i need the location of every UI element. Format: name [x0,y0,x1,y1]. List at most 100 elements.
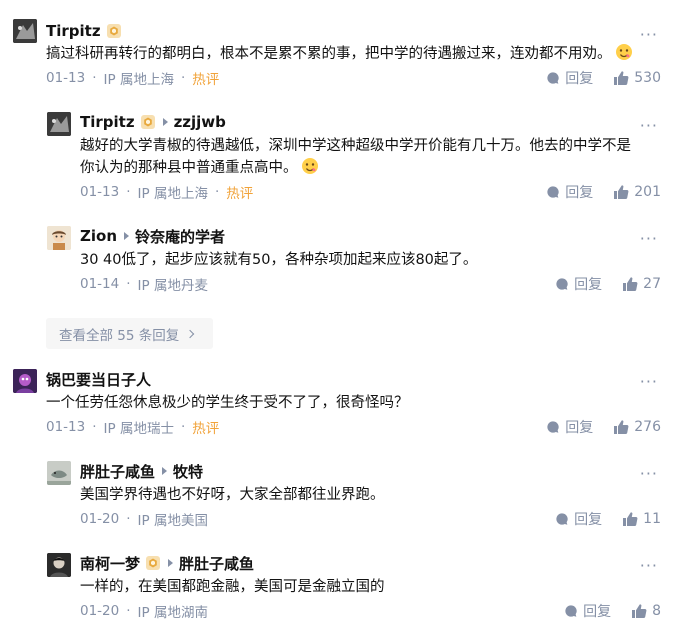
avatar[interactable] [47,112,71,136]
avatar[interactable] [47,226,71,250]
emoji-icon [615,43,633,61]
like-button[interactable]: 27 [622,276,661,292]
ip-location: IP 属地湖南 [137,605,208,621]
author-name[interactable]: 锅巴要当日子人 [46,369,151,390]
thumbs-up-icon [622,511,638,527]
comment-text: 一个任劳任怨休息极少的学生终于受不了了，很奇怪吗？ [46,395,409,411]
like-button[interactable]: 201 [613,184,661,200]
comment-actions: 回复 27 [555,274,661,294]
like-button[interactable]: 11 [622,511,661,527]
author-name[interactable]: 南柯一梦 [80,553,140,574]
comment-author-row: Zion 铃奈庵的学者 [80,225,225,247]
like-button[interactable]: 276 [613,419,661,435]
comment-text: 美国学界待遇也不好呀，大家全部都往业界跑。 [80,487,385,503]
like-button[interactable]: 8 [631,603,661,619]
comment-date: 01-13 [46,70,86,86]
comment-actions: 回复 276 [546,417,661,437]
ip-location: IP 属地上海 [103,72,174,88]
ip-location: IP 属地美国 [137,513,208,529]
like-button[interactable]: 530 [613,70,661,86]
author-name[interactable]: Tirpitz [80,113,135,131]
avatar[interactable] [13,369,37,393]
view-all-replies-button[interactable]: 查看全部 55 条回复 [46,318,213,349]
ip-location: IP 属地瑞士 [103,421,174,437]
comment-text: 越好的大学青椒的待遇越低，深圳中学这种超级中学开价能有几十万。他去的中学不是 你… [80,138,631,176]
comment-meta: 01-13 · IP 属地瑞士 · 热评 [46,419,220,437]
reply-button[interactable]: 回复 [555,274,602,294]
comment-date: 01-20 [80,603,120,619]
comment-meta: 01-20 · IP 属地湖南 [80,603,208,621]
avatar[interactable] [47,461,71,485]
more-options-icon[interactable]: ··· [640,231,658,247]
author-name[interactable]: Zion [80,227,117,245]
comment-date: 01-14 [80,276,120,292]
more-options-icon[interactable]: ··· [640,27,658,43]
comment-meta: 01-13 · IP 属地上海 · 热评 [80,184,254,202]
reply-bubble-icon [546,420,560,434]
author-name[interactable]: 胖肚子咸鱼 [80,461,155,482]
reply-arrow-icon [124,232,130,240]
level-badge-icon [145,555,161,571]
reply-button[interactable]: 回复 [546,68,593,88]
thumbs-up-icon [622,276,638,292]
reply-button[interactable]: 回复 [546,182,593,202]
hot-comment-tag: 热评 [192,72,220,88]
like-count: 201 [634,184,661,200]
reply-button[interactable]: 回复 [546,417,593,437]
reply-button[interactable]: 回复 [564,601,611,621]
comment-text: 30 40低了，起步应该就有50，各种杂项加起来应该80起了。 [80,252,478,268]
comment-date: 01-20 [80,511,120,527]
emoji-icon [301,157,319,175]
ip-location: IP 属地丹麦 [137,278,208,294]
reply-to-user[interactable]: 牧特 [173,461,203,482]
like-count: 8 [652,603,661,619]
more-options-icon[interactable]: ··· [640,374,658,390]
level-badge-icon [140,114,156,130]
comment-text: 一样的，在美国都跑金融，美国可是金融立国的 [80,579,385,595]
reply-arrow-icon [162,118,168,126]
thumbs-up-icon [613,419,629,435]
like-count: 11 [643,511,661,527]
chevron-right-icon [186,329,195,338]
like-count: 27 [643,276,661,292]
hot-comment-tag: 热评 [226,186,254,202]
comment-text: 搞过科研再转行的都明白，根本不是累不累的事，把中学的待遇搬过来，连劝都不用劝。 [46,43,633,65]
reply-bubble-icon [555,512,569,526]
more-options-icon[interactable]: ··· [640,118,658,134]
like-count: 276 [634,419,661,435]
comment-meta: 01-14 · IP 属地丹麦 [80,276,208,294]
comment-author-row: Tirpitz zzjjwb [80,111,226,133]
comment-actions: 回复 11 [555,509,661,529]
author-name[interactable]: Tirpitz [46,22,101,40]
reply-to-user[interactable]: 胖肚子咸鱼 [179,553,254,574]
comment-date: 01-13 [46,419,86,435]
comment-actions: 回复 201 [546,182,661,202]
comment-author-row: 锅巴要当日子人 [46,368,151,390]
reply-arrow-icon [168,559,174,567]
comment-author-row: 南柯一梦 胖肚子咸鱼 [80,552,254,574]
thumbs-up-icon [613,70,629,86]
level-badge-icon [106,23,122,39]
ip-location: IP 属地上海 [137,186,208,202]
reply-arrow-icon [162,467,168,475]
avatar[interactable] [47,553,71,577]
reply-bubble-icon [555,277,569,291]
like-count: 530 [634,70,661,86]
more-options-icon[interactable]: ··· [640,466,658,482]
reply-to-user[interactable]: 铃奈庵的学者 [135,226,225,247]
comment-date: 01-13 [80,184,120,200]
reply-bubble-icon [546,185,560,199]
thumbs-up-icon [631,603,647,619]
avatar[interactable] [13,19,37,43]
reply-to-user[interactable]: zzjjwb [174,113,226,131]
reply-button[interactable]: 回复 [555,509,602,529]
reply-bubble-icon [564,604,578,618]
more-options-icon[interactable]: ··· [640,558,658,574]
comment-author-row: Tirpitz [46,20,122,42]
comment-meta: 01-20 · IP 属地美国 [80,511,208,529]
comment-actions: 回复 530 [546,68,661,88]
comment-meta: 01-13 · IP 属地上海 · 热评 [46,70,220,88]
thumbs-up-icon [613,184,629,200]
hot-comment-tag: 热评 [192,421,220,437]
comment-author-row: 胖肚子咸鱼 牧特 [80,460,203,482]
